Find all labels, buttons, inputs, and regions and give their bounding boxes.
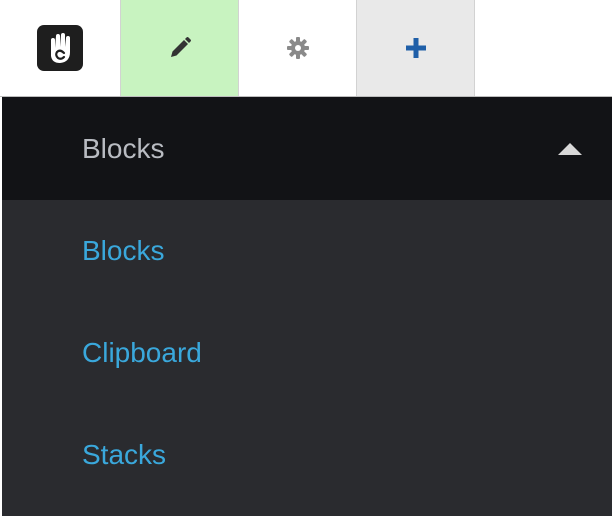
add-content-button[interactable] bbox=[357, 0, 475, 96]
plus-icon bbox=[405, 38, 426, 58]
menu-item-blocks[interactable]: Blocks bbox=[2, 200, 612, 302]
gear-icon bbox=[286, 37, 309, 59]
menu-item-stacks[interactable]: Stacks bbox=[2, 404, 612, 506]
top-toolbar bbox=[0, 0, 612, 97]
logo-button[interactable] bbox=[0, 0, 121, 96]
concrete5-logo-icon bbox=[37, 25, 83, 71]
panel-header[interactable]: Blocks bbox=[2, 97, 612, 200]
blocks-panel: Blocks Blocks Clipboard Stacks bbox=[2, 97, 612, 516]
settings-button[interactable] bbox=[239, 0, 357, 96]
panel-header-title: Blocks bbox=[82, 132, 165, 164]
menu-item-clipboard[interactable]: Clipboard bbox=[2, 302, 612, 404]
pencil-icon bbox=[170, 37, 191, 57]
edit-mode-button[interactable] bbox=[121, 0, 239, 96]
caret-up-icon[interactable] bbox=[558, 142, 582, 155]
